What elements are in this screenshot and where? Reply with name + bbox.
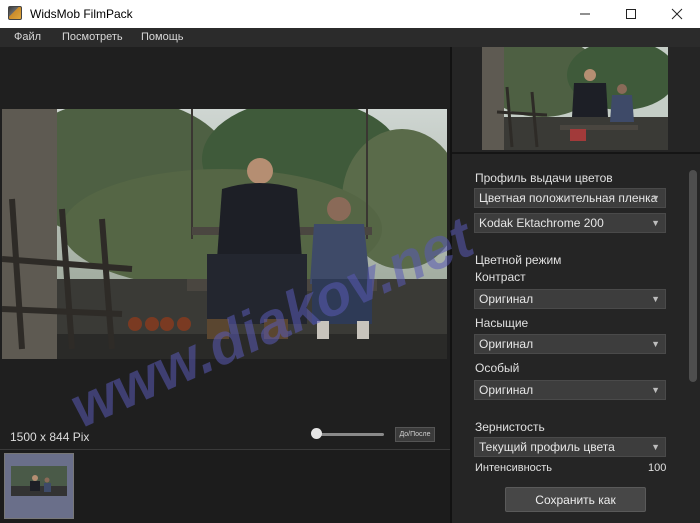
filmstrip-thumbnail[interactable] <box>4 453 74 519</box>
close-icon[interactable] <box>654 0 700 28</box>
chevron-down-icon: ▼ <box>651 442 660 452</box>
menu-file[interactable]: Файл <box>14 31 41 43</box>
app-icon <box>8 6 22 20</box>
zoom-slider-track[interactable] <box>314 433 384 436</box>
grain-select[interactable]: Текущий профиль цвета ▼ <box>474 437 666 457</box>
chevron-down-icon: ▼ <box>651 193 660 203</box>
color-mode-label: Цветной режим <box>475 253 562 267</box>
chevron-down-icon: ▼ <box>651 218 660 228</box>
chevron-down-icon: ▼ <box>651 294 660 304</box>
special-label: Особый <box>475 361 520 375</box>
minimize-icon[interactable] <box>562 0 608 28</box>
before-after-button[interactable]: До/После <box>395 427 435 442</box>
color-profile-label: Профиль выдачи цветов <box>475 171 613 185</box>
navigator-preview <box>482 47 668 150</box>
panel-scrollbar[interactable] <box>689 170 697 382</box>
intensity-label: Интенсивность <box>475 462 553 474</box>
intensity-value: 100 <box>648 462 667 474</box>
color-profile-select[interactable]: Цветная положительная пленка ▼ <box>474 188 666 208</box>
contrast-select-value: Оригинал <box>479 292 534 306</box>
saturation-select[interactable]: Оригинал ▼ <box>474 334 666 354</box>
contrast-select[interactable]: Оригинал ▼ <box>474 289 666 309</box>
save-as-button[interactable]: Сохранить как <box>505 487 646 512</box>
special-select[interactable]: Оригинал ▼ <box>474 380 666 400</box>
saturation-select-value: Оригинал <box>479 337 534 351</box>
image-resolution: 1500 x 844 Pix <box>10 430 90 444</box>
grain-select-value: Текущий профиль цвета <box>479 440 615 454</box>
menu-help[interactable]: Помощь <box>141 31 184 43</box>
chevron-down-icon: ▼ <box>651 385 660 395</box>
special-select-value: Оригинал <box>479 383 534 397</box>
film-select[interactable]: Kodak Ektachrome 200 ▼ <box>474 213 666 233</box>
contrast-label: Контраст <box>475 270 526 284</box>
film-select-value: Kodak Ektachrome 200 <box>479 216 604 230</box>
menu-bar: Файл Посмотреть Помощь <box>0 28 700 47</box>
grain-label: Зернистость <box>475 420 545 434</box>
title-bar: WidsMob FilmPack <box>0 0 700 28</box>
window-title: WidsMob FilmPack <box>30 7 133 21</box>
menu-view[interactable]: Посмотреть <box>62 31 123 43</box>
zoom-slider-handle[interactable] <box>311 428 322 439</box>
saturation-label: Насыщие <box>475 316 529 330</box>
panel-divider <box>452 152 700 154</box>
chevron-down-icon: ▼ <box>651 339 660 349</box>
color-profile-value: Цветная положительная пленка <box>479 191 658 205</box>
maximize-icon[interactable] <box>608 0 654 28</box>
